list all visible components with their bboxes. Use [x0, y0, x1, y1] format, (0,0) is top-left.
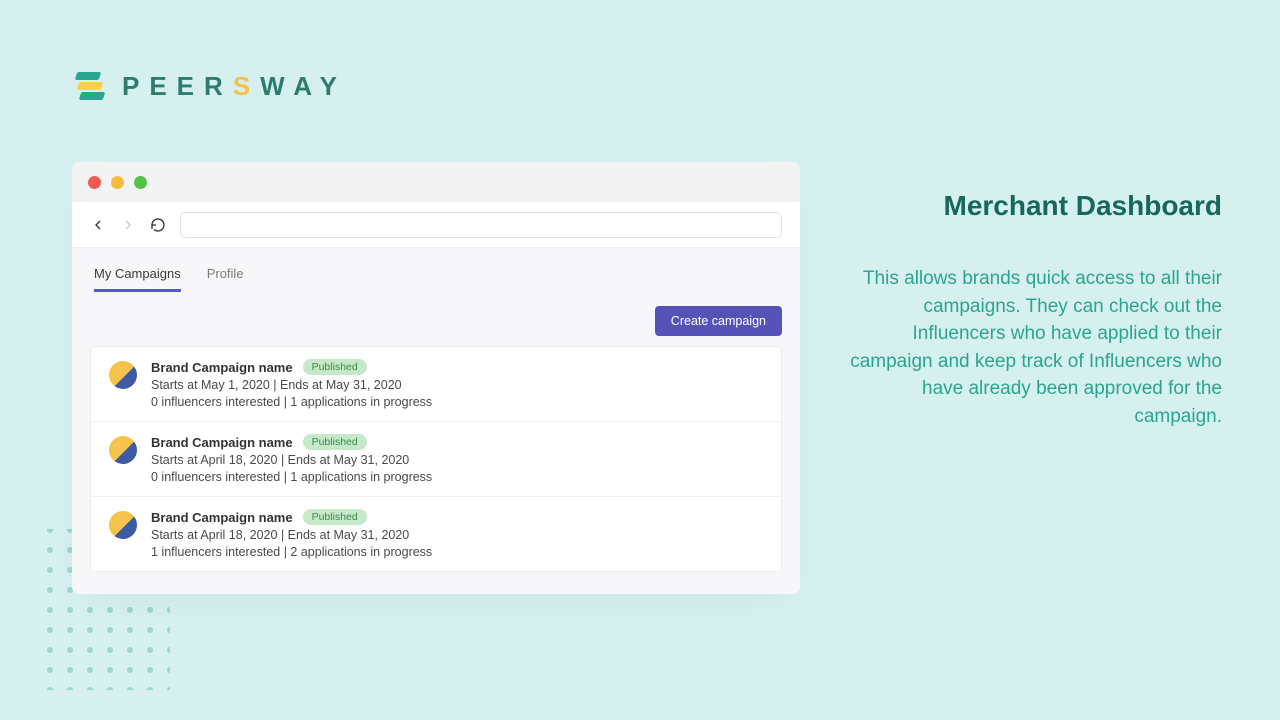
window-maximize-icon[interactable]: [134, 176, 147, 189]
create-campaign-button[interactable]: Create campaign: [655, 306, 782, 336]
campaign-row[interactable]: Brand Campaign name Published Starts at …: [91, 422, 781, 497]
campaign-avatar-icon: [109, 436, 137, 464]
campaign-row[interactable]: Brand Campaign name Published Starts at …: [91, 347, 781, 422]
brand-name-accent: S: [233, 71, 260, 101]
campaign-name: Brand Campaign name: [151, 360, 293, 375]
status-badge: Published: [303, 434, 367, 450]
tab-my-campaigns[interactable]: My Campaigns: [94, 266, 181, 292]
forward-button[interactable]: [120, 217, 136, 233]
window-titlebar: [72, 162, 800, 202]
campaign-dates: Starts at May 1, 2020 | Ends at May 31, …: [151, 378, 432, 392]
page-title: Merchant Dashboard: [944, 190, 1223, 222]
window-minimize-icon[interactable]: [111, 176, 124, 189]
brand-name: PEERSWAY: [122, 71, 347, 102]
brand-name-part1: PEER: [122, 71, 233, 101]
tab-profile[interactable]: Profile: [207, 266, 244, 292]
browser-toolbar: [72, 202, 800, 248]
logo-mark-icon: [72, 68, 108, 104]
app-body: My Campaigns Profile Create campaign Bra…: [72, 248, 800, 594]
back-button[interactable]: [90, 217, 106, 233]
campaign-stats: 0 influencers interested | 1 application…: [151, 395, 432, 409]
campaign-avatar-icon: [109, 361, 137, 389]
campaign-name: Brand Campaign name: [151, 510, 293, 525]
status-badge: Published: [303, 509, 367, 525]
campaign-name: Brand Campaign name: [151, 435, 293, 450]
reload-button[interactable]: [150, 217, 166, 233]
campaign-list: Brand Campaign name Published Starts at …: [90, 346, 782, 572]
brand-logo: PEERSWAY: [72, 68, 347, 104]
campaign-row[interactable]: Brand Campaign name Published Starts at …: [91, 497, 781, 571]
page-description: This allows brands quick access to all t…: [842, 265, 1222, 430]
campaign-stats: 1 influencers interested | 2 application…: [151, 545, 432, 559]
campaign-avatar-icon: [109, 511, 137, 539]
window-close-icon[interactable]: [88, 176, 101, 189]
campaign-dates: Starts at April 18, 2020 | Ends at May 3…: [151, 528, 432, 542]
campaign-stats: 0 influencers interested | 1 application…: [151, 470, 432, 484]
status-badge: Published: [303, 359, 367, 375]
browser-window: My Campaigns Profile Create campaign Bra…: [72, 162, 800, 594]
brand-name-part2: WAY: [260, 71, 347, 101]
campaign-dates: Starts at April 18, 2020 | Ends at May 3…: [151, 453, 432, 467]
tab-bar: My Campaigns Profile: [90, 266, 782, 292]
address-bar[interactable]: [180, 212, 782, 238]
